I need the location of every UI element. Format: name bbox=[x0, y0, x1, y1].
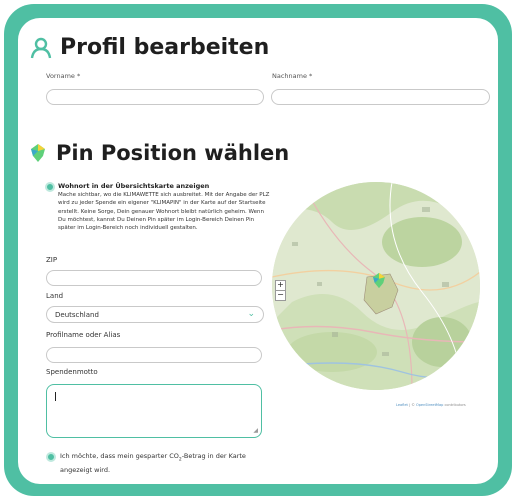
show-co2-checkbox[interactable] bbox=[46, 452, 56, 462]
motto-textarea[interactable]: ◢ bbox=[46, 384, 262, 438]
show-location-radio[interactable] bbox=[45, 182, 55, 192]
osm-link[interactable]: OpenStreetMap bbox=[416, 403, 443, 407]
firstname-label: Vorname * bbox=[46, 72, 81, 80]
map-attribution: Leaflet | © OpenStreetMap contributors bbox=[396, 403, 466, 407]
text-caret bbox=[55, 392, 56, 401]
zip-input[interactable] bbox=[46, 270, 262, 286]
pin-heading: Pin Position wählen bbox=[30, 141, 289, 165]
attribution-separator: | © bbox=[407, 403, 416, 407]
alias-input[interactable] bbox=[46, 347, 262, 363]
map-pin-icon bbox=[31, 144, 45, 162]
show-co2-label: Ich möchte, dass mein gesparter CO2-Betr… bbox=[60, 451, 260, 475]
show-location-label: Wohnort in der Übersichtskarte anzeigen bbox=[58, 182, 210, 190]
chevron-down-icon: ⌄ bbox=[247, 309, 255, 319]
co2-text-before: Ich möchte, dass mein gesparter CO bbox=[60, 452, 179, 460]
alias-label: Profilname oder Alias bbox=[46, 331, 121, 339]
show-location-description: Mache sichtbar, wo die KLIMAWETTE sich a… bbox=[58, 192, 270, 232]
country-select[interactable]: Deutschland ⌄ bbox=[46, 306, 264, 323]
motto-label: Spendenmotto bbox=[46, 368, 98, 376]
zoom-out-button[interactable]: − bbox=[275, 290, 286, 301]
firstname-input[interactable] bbox=[46, 89, 264, 105]
pin-title: Pin Position wählen bbox=[56, 141, 290, 165]
leaflet-link[interactable]: Leaflet bbox=[396, 403, 408, 407]
page-title: Profil bearbeiten bbox=[60, 35, 270, 60]
location-map[interactable]: + − bbox=[272, 182, 480, 390]
resize-handle-icon[interactable]: ◢ bbox=[253, 427, 258, 434]
attribution-tail: contributors bbox=[443, 403, 466, 407]
location-pin-icon[interactable] bbox=[372, 272, 386, 289]
user-icon bbox=[30, 37, 52, 58]
country-select-value: Deutschland bbox=[55, 311, 99, 319]
lastname-label: Nachname * bbox=[272, 72, 313, 80]
zip-label: ZIP bbox=[46, 256, 58, 264]
profile-heading: Profil bearbeiten bbox=[30, 35, 269, 60]
country-label: Land bbox=[46, 292, 64, 300]
lastname-input[interactable] bbox=[271, 89, 490, 105]
